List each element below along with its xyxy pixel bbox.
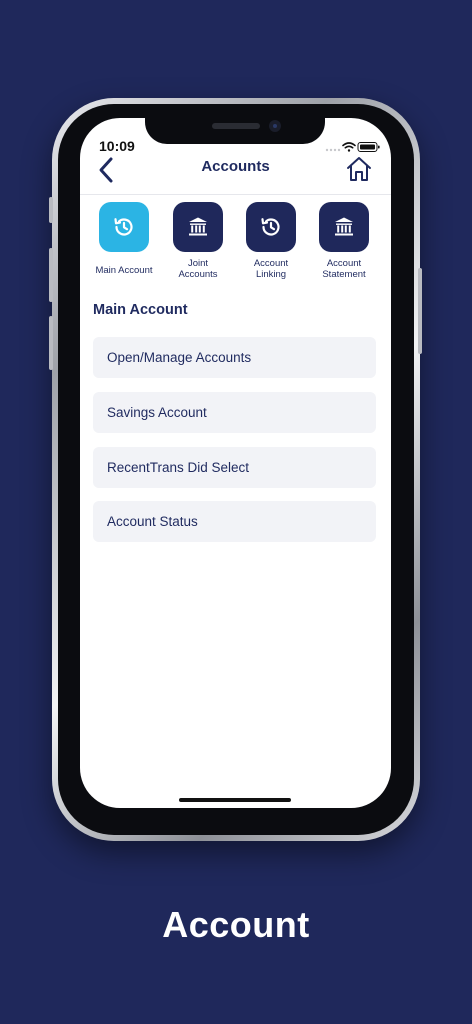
history-icon xyxy=(261,218,280,236)
tile-icon-box xyxy=(246,202,296,252)
history-icon xyxy=(114,218,133,236)
tile-joint-accounts[interactable]: Joint Accounts xyxy=(163,202,233,280)
list-item-savings-account[interactable]: Savings Account xyxy=(93,392,376,433)
power-button xyxy=(418,268,422,354)
list-item-account-status[interactable]: Account Status xyxy=(93,501,376,542)
tile-label: Account Statement xyxy=(322,258,366,280)
mute-switch xyxy=(49,197,53,223)
tile-main-account[interactable]: Main Account xyxy=(89,202,159,276)
home-button[interactable] xyxy=(345,155,373,183)
wifi-icon xyxy=(342,142,356,152)
status-icons xyxy=(325,140,381,152)
tile-label: Joint Accounts xyxy=(178,258,218,280)
speaker xyxy=(212,123,260,129)
list-item-open-manage-accounts[interactable]: Open/Manage Accounts xyxy=(93,337,376,378)
bank-icon xyxy=(189,217,207,236)
tile-account-statement[interactable]: Account Statement xyxy=(309,202,379,280)
signal-icon xyxy=(325,148,341,152)
bank-icon xyxy=(335,217,353,236)
tile-account-linking[interactable]: Account Linking xyxy=(236,202,306,280)
status-time: 10:09 xyxy=(99,138,135,154)
tile-icon-box xyxy=(99,202,149,252)
volume-up-button xyxy=(49,248,53,302)
list-item-recent-trans[interactable]: RecentTrans Did Select xyxy=(93,447,376,488)
front-camera xyxy=(269,120,281,132)
tile-icon-box xyxy=(319,202,369,252)
home-indicator[interactable] xyxy=(179,798,291,802)
promo-caption: Account xyxy=(162,904,310,945)
tile-icon-box xyxy=(173,202,223,252)
section-title: Main Account xyxy=(93,302,188,318)
battery-icon xyxy=(357,142,380,152)
nav-divider xyxy=(80,194,391,195)
home-icon xyxy=(347,157,371,181)
tile-label: Main Account xyxy=(95,265,153,276)
tile-label: Account Linking xyxy=(253,258,289,280)
volume-down-button xyxy=(49,316,53,370)
